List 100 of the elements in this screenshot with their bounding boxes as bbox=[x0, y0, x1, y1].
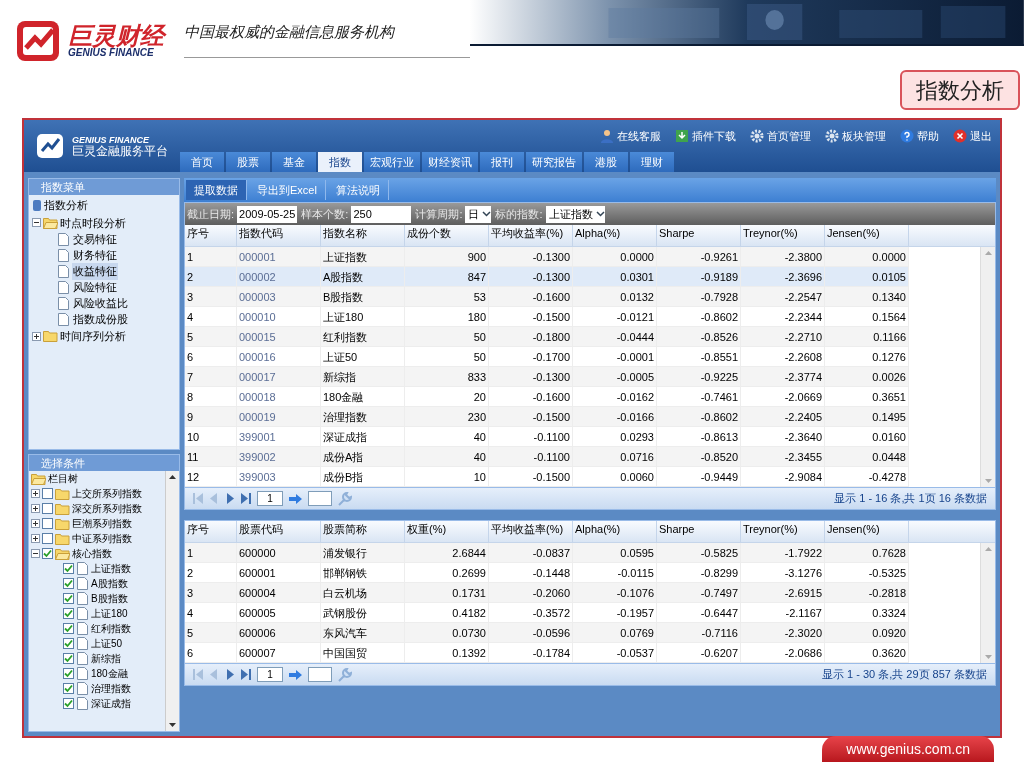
scroll-up-arrow-icon[interactable] bbox=[169, 475, 176, 479]
tree-item[interactable]: 上交所系列指数 bbox=[72, 486, 142, 501]
checkbox[interactable] bbox=[63, 623, 74, 634]
checkbox[interactable] bbox=[63, 593, 74, 604]
expand-icon[interactable] bbox=[31, 534, 40, 543]
page-size-field[interactable] bbox=[308, 667, 332, 682]
last-page-icon[interactable] bbox=[241, 493, 251, 504]
expand-icon[interactable] bbox=[31, 519, 40, 528]
checkbox[interactable] bbox=[63, 668, 74, 679]
tree-item[interactable]: 中证系列指数 bbox=[72, 531, 132, 546]
tree-item[interactable]: 上证180 bbox=[91, 606, 128, 621]
header-link[interactable]: 首页管理 bbox=[750, 127, 811, 145]
tree-item[interactable]: 红利指数 bbox=[91, 621, 131, 636]
nav-tab[interactable]: 报刊 bbox=[480, 152, 524, 172]
nav-tab[interactable]: 股票 bbox=[226, 152, 270, 172]
checkbox[interactable] bbox=[63, 653, 74, 664]
header-link[interactable]: 板块管理 bbox=[825, 127, 886, 145]
go-arrow-icon[interactable] bbox=[289, 493, 302, 504]
filter-dropdown[interactable]: 上证指数 bbox=[545, 205, 605, 223]
toolbar-button[interactable]: 提取数据 bbox=[186, 180, 247, 200]
tree-item[interactable]: 时点时段分析 bbox=[60, 214, 126, 231]
table-row[interactable]: 3 600004 白云机场 0.1731 -0.2060 -0.1076 -0.7497 -2.6915 -0.2818 bbox=[185, 583, 909, 603]
last-page-icon[interactable] bbox=[241, 669, 251, 680]
nav-tab[interactable]: 基金 bbox=[272, 152, 316, 172]
table-row[interactable]: 3 000003 B股指数 53 -0.1600 0.0132 -0.7928 -2.2547 0.1340 bbox=[185, 287, 909, 307]
column-header[interactable]: Alpha(%) bbox=[573, 225, 657, 246]
nav-tab[interactable]: 指数 bbox=[318, 152, 362, 172]
tree-item[interactable]: B股指数 bbox=[91, 591, 128, 606]
tree-item[interactable]: 指数成份股 bbox=[72, 311, 129, 328]
table-row[interactable]: 6 000016 上证50 50 -0.1700 -0.0001 -0.8551 -2.2608 0.1276 bbox=[185, 347, 909, 367]
nav-tab[interactable]: 港股 bbox=[584, 152, 628, 172]
column-header[interactable]: 指数代码 bbox=[237, 225, 321, 246]
tree-item[interactable]: 新综指 bbox=[91, 651, 121, 666]
tree-item[interactable]: A股指数 bbox=[91, 576, 128, 591]
header-link[interactable]: 退出 bbox=[953, 127, 992, 145]
header-link[interactable]: 帮助 bbox=[900, 127, 939, 145]
tree-item[interactable]: 上证50 bbox=[91, 636, 123, 651]
nav-tab[interactable]: 首页 bbox=[180, 152, 224, 172]
table-row[interactable]: 2 600001 邯郸钢铁 0.2699 -0.1448 -0.0115 -0.8299 -3.1276 -0.5325 bbox=[185, 563, 909, 583]
checkbox[interactable] bbox=[42, 548, 53, 559]
header-link[interactable]: 在线客服 bbox=[600, 127, 661, 145]
filter-dropdown[interactable]: 日 bbox=[465, 205, 492, 223]
tree-item[interactable]: 治理指数 bbox=[91, 681, 131, 696]
next-page-icon[interactable] bbox=[225, 493, 235, 504]
column-header[interactable]: Treynor(%) bbox=[741, 225, 825, 246]
checkbox[interactable] bbox=[63, 563, 74, 574]
tree-item[interactable]: 收益特征 bbox=[72, 263, 118, 280]
nav-tab[interactable]: 理财 bbox=[630, 152, 674, 172]
tree-item[interactable]: 财务特征 bbox=[72, 247, 118, 264]
collapse-icon[interactable] bbox=[31, 549, 40, 558]
filter-field[interactable]: 250 bbox=[351, 205, 412, 223]
next-page-icon[interactable] bbox=[225, 669, 235, 680]
website-url[interactable]: www.genius.com.cn bbox=[822, 736, 994, 762]
column-header[interactable]: 平均收益率(%) bbox=[489, 225, 573, 246]
column-header[interactable]: Jensen(%) bbox=[825, 225, 909, 246]
tree-item[interactable]: 交易特征 bbox=[72, 231, 118, 248]
column-header[interactable]: 序号 bbox=[185, 225, 237, 246]
table-row[interactable]: 2 000002 A股指数 847 -0.1300 0.0301 -0.9189 -2.3696 0.0105 bbox=[185, 267, 909, 287]
table-row[interactable]: 8 000018 180金融 20 -0.1600 -0.0162 -0.7461 -2.0669 0.3651 bbox=[185, 387, 909, 407]
table-row[interactable]: 10 399001 深证成指 40 -0.1100 0.0293 -0.8613 -2.3640 0.0160 bbox=[185, 427, 909, 447]
column-header[interactable]: 股票简称 bbox=[321, 521, 405, 542]
scrollbar[interactable] bbox=[165, 471, 179, 731]
tree-item[interactable]: 深证成指 bbox=[91, 696, 131, 711]
checkbox[interactable] bbox=[63, 638, 74, 649]
tree-item[interactable]: 时间序列分析 bbox=[60, 328, 126, 345]
tree-item[interactable]: 巨潮系列指数 bbox=[72, 516, 132, 531]
checkbox[interactable] bbox=[42, 533, 53, 544]
tree-item[interactable]: 指数分析 bbox=[44, 197, 88, 214]
checkbox[interactable] bbox=[42, 503, 53, 514]
checkbox[interactable] bbox=[42, 518, 53, 529]
checkbox[interactable] bbox=[63, 578, 74, 589]
column-header[interactable]: Jensen(%) bbox=[825, 521, 909, 542]
tree-item[interactable]: 风险收益比 bbox=[72, 295, 129, 312]
column-header[interactable]: 权重(%) bbox=[405, 521, 489, 542]
tree-item[interactable]: 栏目树 bbox=[48, 471, 78, 486]
checkbox[interactable] bbox=[42, 488, 53, 499]
page-size-field[interactable] bbox=[308, 491, 332, 506]
expand-icon[interactable] bbox=[31, 489, 40, 498]
column-header[interactable]: Sharpe bbox=[657, 521, 741, 542]
collapse-icon[interactable] bbox=[32, 218, 41, 228]
column-header[interactable]: Alpha(%) bbox=[573, 521, 657, 542]
tree-item[interactable]: 风险特征 bbox=[72, 279, 118, 296]
checkbox[interactable] bbox=[63, 698, 74, 709]
column-header[interactable]: 序号 bbox=[185, 521, 237, 542]
filter-field[interactable]: 2009-05-25 bbox=[237, 205, 298, 223]
expand-icon[interactable] bbox=[32, 331, 41, 341]
tree-item[interactable]: 核心指数 bbox=[72, 546, 112, 561]
table-row[interactable]: 1 600000 浦发银行 2.6844 -0.0837 0.0595 -0.5825 -1.7922 0.7628 bbox=[185, 543, 909, 563]
table-row[interactable]: 4 600005 武钢股份 0.4182 -0.3572 -0.1957 -0.6447 -2.1167 0.3324 bbox=[185, 603, 909, 623]
tree-item[interactable]: 上证指数 bbox=[91, 561, 131, 576]
column-header[interactable]: 指数名称 bbox=[321, 225, 405, 246]
table-row[interactable]: 7 000017 新综指 833 -0.1300 -0.0005 -0.9225 -2.3774 0.0026 bbox=[185, 367, 909, 387]
table-row[interactable]: 1 000001 上证指数 900 -0.1300 0.0000 -0.9261 -2.3800 0.0000 bbox=[185, 247, 909, 267]
checkbox[interactable] bbox=[63, 608, 74, 619]
page-number-field[interactable]: 1 bbox=[257, 491, 283, 506]
page-number-field[interactable]: 1 bbox=[257, 667, 283, 682]
checkbox[interactable] bbox=[63, 683, 74, 694]
expand-icon[interactable] bbox=[31, 504, 40, 513]
table-row[interactable]: 9 000019 治理指数 230 -0.1500 -0.0166 -0.8602 -2.2405 0.1495 bbox=[185, 407, 909, 427]
table-row[interactable]: 5 600006 东风汽车 0.0730 -0.0596 0.0769 -0.7116 -2.3020 0.0920 bbox=[185, 623, 909, 643]
